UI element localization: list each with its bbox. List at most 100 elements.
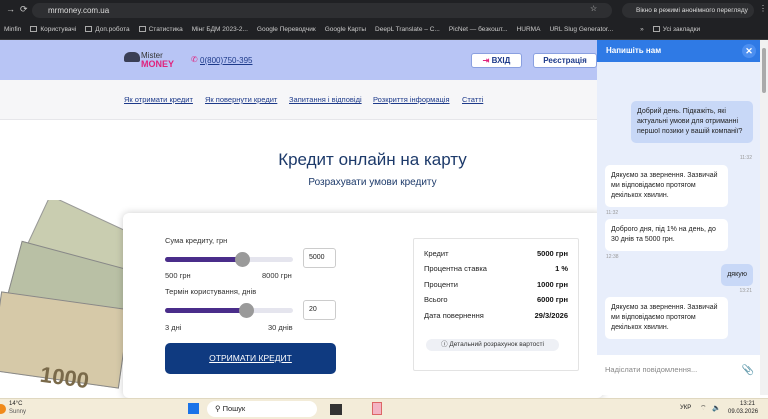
login-icon: ⇥ bbox=[482, 56, 492, 65]
taskbar-search[interactable]: ⚲ Пошук bbox=[207, 401, 317, 417]
bookmarks-bar: Minfin Користувачі Доп.робота Статистика… bbox=[0, 20, 768, 40]
bookmark[interactable]: Minfin bbox=[4, 26, 21, 33]
amount-max: 8000 грн bbox=[262, 271, 292, 280]
weather-icon bbox=[0, 404, 6, 414]
summary-key: Проценти bbox=[424, 280, 458, 289]
bookmark[interactable]: PicNet — безкошт... bbox=[449, 26, 508, 33]
chat-message-outgoing: дякую bbox=[721, 264, 753, 286]
summary-row: Дата повернення 29/3/2026 bbox=[424, 311, 568, 320]
login-button[interactable]: ⇥ ВХІД bbox=[471, 53, 522, 68]
incognito-indicator[interactable]: Вікно в режимі анонімного перегляду bbox=[622, 3, 754, 18]
message-time: 11:32 bbox=[739, 155, 752, 161]
summary-key: Процентна ставка bbox=[424, 264, 487, 273]
summary-key: Дата повернення bbox=[424, 311, 484, 320]
term-max: 30 днів bbox=[268, 323, 293, 332]
all-bookmarks[interactable]: Усі закладки bbox=[652, 26, 700, 33]
summary-row: Проценти 1000 грн bbox=[424, 280, 568, 289]
bookmark[interactable]: URL Slug Generator... bbox=[549, 26, 613, 33]
amount-input[interactable]: 5000 bbox=[303, 248, 336, 268]
term-label: Термін користування, днів bbox=[165, 287, 257, 296]
amount-label: Сума кредиту, грн bbox=[165, 236, 228, 245]
forward-icon[interactable]: → bbox=[6, 4, 15, 14]
start-icon[interactable] bbox=[188, 403, 199, 414]
bookmark[interactable]: Доп.робота bbox=[85, 26, 130, 33]
phone-link[interactable]: 0(800)750-395 bbox=[200, 56, 252, 65]
scrollbar[interactable] bbox=[760, 40, 768, 395]
volume-icon[interactable]: 🔈 bbox=[712, 404, 721, 412]
chat-header: Напишіть нам ✕ bbox=[597, 40, 760, 62]
summary-value: 29/3/2026 bbox=[534, 311, 568, 320]
chat-message-incoming: Дякуємо за звернення. Зазвичай ми відпов… bbox=[605, 165, 728, 207]
summary-row: Кредит 5000 грн bbox=[424, 249, 568, 258]
task-view-icon[interactable] bbox=[330, 404, 342, 415]
phone-icon: ✆ bbox=[191, 55, 198, 64]
nav-disclosure[interactable]: Розкриття інформація bbox=[373, 95, 450, 104]
chat-message-outgoing: Добрий день. Підкажіть, які актуальні ум… bbox=[631, 101, 753, 143]
reload-icon[interactable]: ⟳ bbox=[20, 4, 28, 15]
login-label: ВХІД bbox=[491, 56, 511, 65]
scrollbar-thumb[interactable] bbox=[762, 48, 766, 93]
amount-slider-fill bbox=[165, 257, 242, 262]
bookmark[interactable]: Статистика bbox=[138, 26, 183, 33]
message-time: 11:32 bbox=[606, 210, 619, 216]
taskbar: 14°C Sunny ⚲ Пошук УКР ⌔ 🔈 13:21 09.03.2… bbox=[0, 398, 768, 419]
attach-icon[interactable]: 📎 bbox=[742, 365, 754, 376]
term-input[interactable]: 20 bbox=[303, 300, 336, 320]
message-time: 12:38 bbox=[606, 254, 619, 260]
bookmark-label: Статистика bbox=[148, 26, 183, 33]
nav-faq[interactable]: Запитання і відповіді bbox=[289, 95, 362, 104]
chat-message-input[interactable]: Надіслати повідомлення... bbox=[597, 355, 760, 395]
term-slider-fill bbox=[165, 308, 246, 313]
chat-widget: Напишіть нам ✕ Добрий день. Підкажіть, я… bbox=[597, 40, 760, 395]
summary-key: Кредит bbox=[424, 249, 449, 258]
weather-condition: Sunny bbox=[9, 409, 27, 415]
bookmark[interactable]: Мінг БДМ 2023-2... bbox=[192, 26, 248, 33]
app-icon[interactable] bbox=[372, 402, 382, 415]
weather-temp: 14°C bbox=[9, 401, 23, 407]
loan-summary: Кредит 5000 грн Процентна ставка 1 % Проце… bbox=[413, 238, 579, 371]
star-icon[interactable]: ☆ bbox=[590, 4, 597, 13]
close-icon[interactable]: ✕ bbox=[742, 44, 756, 58]
bookmark[interactable]: Користувачі bbox=[30, 26, 76, 33]
summary-value: 1000 грн bbox=[536, 280, 568, 289]
search-label: Пошук bbox=[222, 404, 246, 413]
address-bar[interactable]: mrmoney.com.ua bbox=[32, 3, 612, 18]
chat-message-incoming: Доброго дня, під 1% на день, до 30 днів … bbox=[605, 219, 728, 251]
get-credit-button[interactable]: ОТРИМАТИ КРЕДИТ bbox=[165, 343, 336, 374]
site-header: Mister MONEY ✆ 0(800)750-395 ⇥ ВХІД Реєс… bbox=[0, 40, 597, 80]
nav-how-to-get[interactable]: Як отримати кредит bbox=[124, 95, 193, 104]
bookmark-label: Доп.робота bbox=[95, 26, 130, 33]
wifi-icon[interactable]: ⌔ bbox=[700, 404, 707, 413]
bookmark[interactable]: Google Переводчик bbox=[257, 26, 316, 33]
summary-key: Всього bbox=[424, 295, 448, 304]
folder-icon bbox=[652, 26, 660, 33]
folder-icon bbox=[85, 26, 93, 33]
logo-text: MONEY bbox=[141, 59, 175, 69]
amount-slider-handle[interactable] bbox=[234, 252, 250, 267]
site-nav: Як отримати кредит Як повернути кредит З… bbox=[0, 80, 597, 120]
detailed-cost-button[interactable]: ⓘ Детальний розрахунок вартості bbox=[426, 339, 559, 351]
term-slider[interactable] bbox=[165, 303, 293, 318]
more-bookmarks-icon[interactable]: » bbox=[640, 26, 644, 33]
search-icon: ⚲ bbox=[215, 404, 223, 413]
term-slider-handle[interactable] bbox=[238, 303, 254, 318]
bookmark[interactable]: HURMA bbox=[517, 26, 541, 33]
nav-articles[interactable]: Статті bbox=[462, 95, 483, 104]
browser-toolbar: → ⟳ mrmoney.com.ua ☆ Вікно в режимі анон… bbox=[0, 0, 768, 20]
banknotes-image: 1000 bbox=[0, 200, 130, 395]
amount-min: 500 грн bbox=[165, 271, 191, 280]
folder-icon bbox=[138, 26, 146, 33]
amount-slider[interactable] bbox=[165, 252, 293, 267]
bookmark[interactable]: Google Карты bbox=[325, 26, 366, 33]
summary-value: 6000 грн bbox=[536, 295, 568, 304]
clock-date[interactable]: 09.03.2026 bbox=[728, 409, 758, 415]
clock-time[interactable]: 13:21 bbox=[740, 401, 755, 407]
language-indicator[interactable]: УКР bbox=[680, 405, 691, 411]
menu-icon[interactable]: ⋮ bbox=[759, 4, 767, 13]
term-min: 3 дні bbox=[165, 323, 182, 332]
bookmark[interactable]: DeepL Translate – C... bbox=[375, 26, 440, 33]
summary-value: 1 % bbox=[555, 264, 568, 273]
summary-row: Процентна ставка 1 % bbox=[424, 264, 568, 273]
nav-how-to-repay[interactable]: Як повернути кредит bbox=[205, 95, 277, 104]
register-button[interactable]: Реєстрація bbox=[533, 53, 597, 68]
